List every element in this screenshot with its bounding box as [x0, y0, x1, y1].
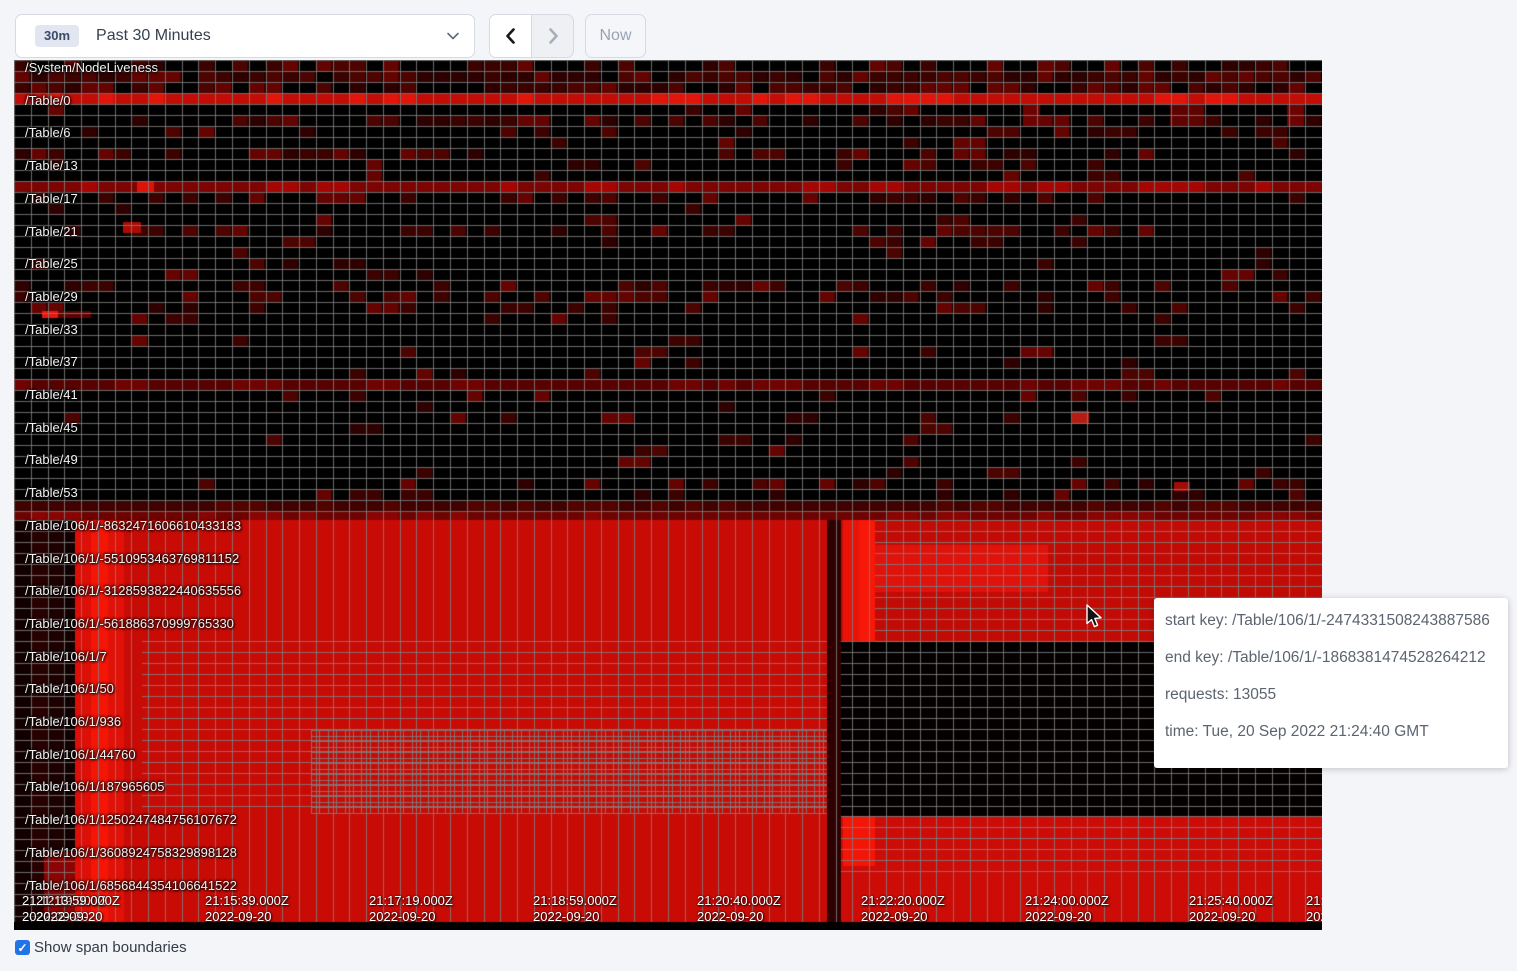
mouse-cursor-icon [1084, 604, 1104, 635]
key-visualizer-canvas[interactable] [14, 60, 1322, 930]
now-button[interactable]: Now [585, 14, 646, 58]
key-visualizer: /System/NodeLiveness/Table/0/Table/6/Tab… [14, 60, 1322, 930]
tooltip-requests: requests: 13055 [1165, 686, 1498, 703]
checkmark-icon: ✓ [17, 942, 27, 954]
time-nav-group [489, 14, 574, 58]
prev-time-button[interactable] [490, 15, 532, 57]
span-tooltip: start key: /Table/106/1/-247433150824388… [1154, 598, 1508, 768]
show-span-boundaries-label: Show span boundaries [34, 939, 187, 956]
next-time-button[interactable] [532, 15, 573, 57]
footer: ✓ Show span boundaries [15, 939, 187, 956]
time-window-label: Past 30 Minutes [96, 27, 446, 45]
chevron-down-icon [446, 29, 460, 43]
chevron-right-icon [545, 27, 561, 45]
chevron-left-icon [503, 27, 519, 45]
tooltip-time: time: Tue, 20 Sep 2022 21:24:40 GMT [1165, 723, 1498, 740]
toolbar: 30m Past 30 Minutes Now [0, 0, 1517, 60]
show-span-boundaries-checkbox[interactable]: ✓ [15, 940, 30, 955]
time-window-badge: 30m [35, 25, 79, 47]
tooltip-end-key: end key: /Table/106/1/-18683814745282642… [1165, 649, 1498, 666]
time-window-dropdown[interactable]: 30m Past 30 Minutes [15, 14, 475, 58]
tooltip-start-key: start key: /Table/106/1/-247433150824388… [1165, 612, 1498, 629]
